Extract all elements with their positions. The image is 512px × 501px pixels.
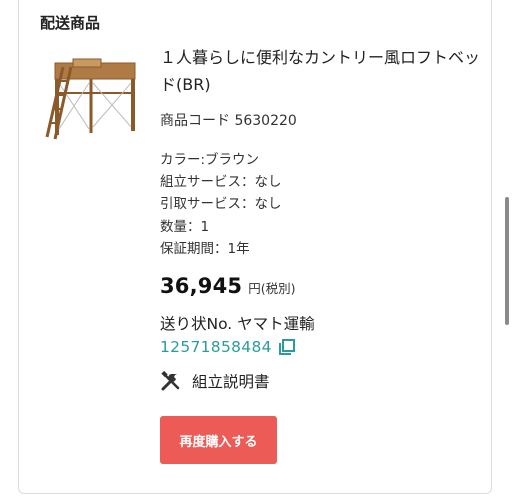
attr-assembly-service: 組立サービス：なし xyxy=(160,174,282,191)
shipping-label: 送り状No. ヤマト運輸 xyxy=(160,315,315,334)
tracking-number[interactable]: 12571858484 xyxy=(160,338,272,356)
price: 36,945 xyxy=(160,274,243,299)
product-thumbnail[interactable] xyxy=(41,53,141,143)
order-item-card: 配送商品 １人暮らしに便利なカントリー風ロフトベッド(BR) 商品コード 563… xyxy=(18,0,492,494)
attr-quantity: 数量：1 xyxy=(160,218,210,235)
scrollbar[interactable] xyxy=(505,197,509,325)
product-name[interactable]: １人暮らしに便利なカントリー風ロフトベッド(BR) xyxy=(160,44,480,98)
price-row: 36,945 円(税別) xyxy=(160,274,480,298)
tracking-row: 12571858484 xyxy=(160,338,480,356)
attr-pickup-service: 引取サービス：なし xyxy=(160,196,282,213)
price-unit: 円(税別) xyxy=(248,281,296,297)
copy-icon[interactable] xyxy=(278,338,296,356)
rebuy-button[interactable]: 再度購入する xyxy=(160,416,277,465)
attr-color: カラー:ブラウン xyxy=(160,152,260,168)
tools-icon xyxy=(161,370,180,391)
attr-warranty: 保証期間：1年 xyxy=(160,240,250,257)
product-code: 商品コード 5630220 xyxy=(160,113,297,129)
manual-label: 組立説明書 xyxy=(192,373,270,392)
product-info: １人暮らしに便利なカントリー風ロフトベッド(BR) 商品コード 5630220 … xyxy=(160,44,480,465)
section-title: 配送商品 xyxy=(40,14,101,32)
assembly-manual-link[interactable]: 組立説明書 xyxy=(160,370,480,392)
product-attributes: カラー:ブラウン 組立サービス：なし 引取サービス：なし 数量：1 保証期間：1… xyxy=(160,149,480,260)
